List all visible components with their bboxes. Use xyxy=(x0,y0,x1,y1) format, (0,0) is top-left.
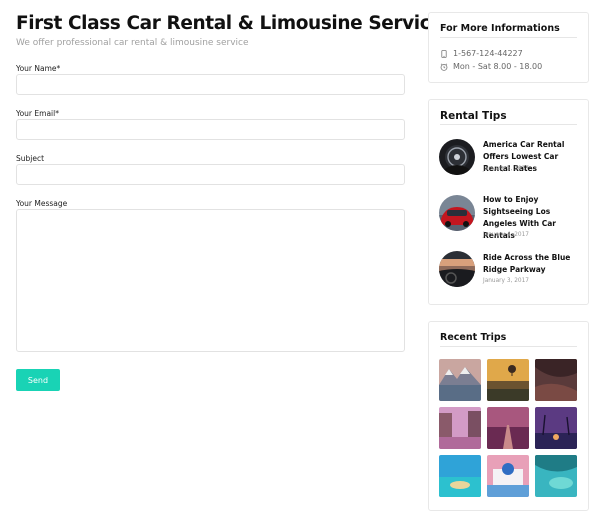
message-textarea[interactable] xyxy=(16,209,405,352)
aqua-bay-image xyxy=(535,455,577,497)
rental-tips-title: Rental Tips xyxy=(440,110,507,122)
car-interior-image xyxy=(439,251,475,287)
trip-photo-pier-sunset[interactable] xyxy=(487,407,529,449)
hours-row: Mon - Sat 8.00 - 18.00 xyxy=(440,62,542,71)
tropical-beach-image xyxy=(439,455,481,497)
trip-photo-mountain-lake[interactable] xyxy=(439,359,481,401)
trip-photo-canyon[interactable] xyxy=(535,359,577,401)
trip-photo-palm-resort[interactable] xyxy=(535,407,577,449)
tip-thumbnail-car-interior[interactable] xyxy=(439,251,475,287)
tip-date: January 5, 2017 xyxy=(483,166,529,172)
tip-item[interactable]: Ride Across the Blue Ridge Parkway Janua… xyxy=(439,251,581,291)
tip-item[interactable]: America Car Rental Offers Lowest Car Ren… xyxy=(439,139,581,179)
info-card: For More Informations 1-567-124-44227 Mo… xyxy=(428,12,589,83)
info-card-divider xyxy=(440,37,577,38)
red-car-image xyxy=(439,195,475,231)
contact-form: Your Name* Your Email* Subject Your Mess… xyxy=(16,0,406,522)
tip-date: January 4, 2017 xyxy=(483,232,529,238)
canyon-image xyxy=(535,359,577,401)
name-label: Your Name* xyxy=(16,64,61,73)
santorini-image xyxy=(487,455,529,497)
recent-trips-divider xyxy=(440,346,577,347)
send-button[interactable]: Send xyxy=(16,369,60,391)
name-input[interactable] xyxy=(16,74,405,95)
phone-row: 1-567-124-44227 xyxy=(440,49,523,58)
tip-thumbnail-car-gauge[interactable] xyxy=(439,139,475,175)
tip-title[interactable]: Ride Across the Blue Ridge Parkway xyxy=(483,252,583,276)
recent-trips-card: Recent Trips xyxy=(428,321,589,511)
info-card-title: For More Informations xyxy=(440,23,560,34)
business-hours: Mon - Sat 8.00 - 18.00 xyxy=(453,62,543,71)
email-input[interactable] xyxy=(16,119,405,140)
tip-thumbnail-red-car[interactable] xyxy=(439,195,475,231)
subject-label: Subject xyxy=(16,154,45,163)
trip-photo-venice-canal[interactable] xyxy=(439,407,481,449)
alarm-clock-icon xyxy=(440,63,448,71)
subject-input[interactable] xyxy=(16,164,405,185)
message-label: Your Message xyxy=(16,199,68,208)
recent-trips-title: Recent Trips xyxy=(440,332,507,343)
car-gauge-image xyxy=(439,139,475,175)
tip-date: January 3, 2017 xyxy=(483,278,529,284)
trip-photo-aqua-bay[interactable] xyxy=(535,455,577,497)
trip-photo-hot-air-balloon[interactable] xyxy=(487,359,529,401)
email-label: Your Email* xyxy=(16,109,59,118)
rental-tips-card: Rental Tips America Car Rental Offers Lo… xyxy=(428,99,589,305)
trip-photo-santorini[interactable] xyxy=(487,455,529,497)
mountain-lake-image xyxy=(439,359,481,401)
rental-tips-divider xyxy=(440,124,577,125)
venice-canal-image xyxy=(439,407,481,449)
palm-resort-image xyxy=(535,407,577,449)
pier-sunset-image xyxy=(487,407,529,449)
mobile-phone-icon xyxy=(441,49,447,58)
hot-air-balloon-image xyxy=(487,359,529,401)
phone-number: 1-567-124-44227 xyxy=(453,49,523,58)
trip-photo-tropical-beach[interactable] xyxy=(439,455,481,497)
tip-item[interactable]: How to Enjoy Sightseeing Los Angeles Wit… xyxy=(439,195,581,240)
